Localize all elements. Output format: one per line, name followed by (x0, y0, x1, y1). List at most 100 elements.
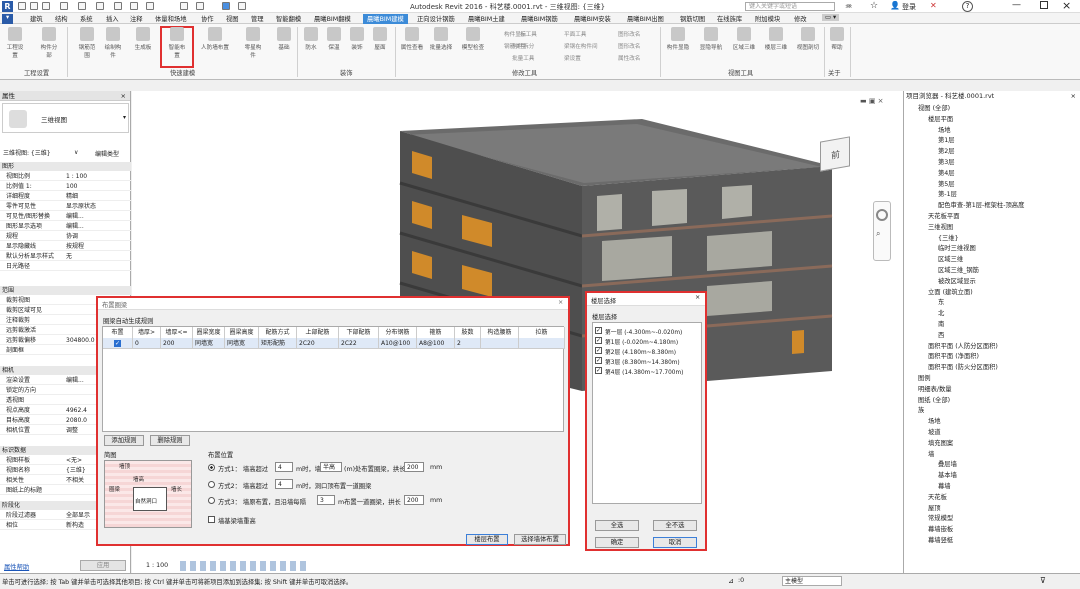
tab-view[interactable]: 视图 (226, 14, 239, 23)
rename-graphic-item-2[interactable]: 图形改名 (618, 42, 640, 50)
waterproof-button[interactable]: 防水 (300, 27, 322, 51)
table-cell[interactable]: 200 (161, 338, 193, 349)
browser-tree-item[interactable]: 幕墙竖梃 (928, 535, 953, 544)
close-icon[interactable]: × (1062, 0, 1071, 12)
revit-logo-icon[interactable]: R (2, 1, 13, 12)
property-value[interactable]: <无> (66, 456, 82, 465)
tab-online-lib[interactable]: 在线族库 (717, 14, 742, 23)
close-icon[interactable]: × (695, 294, 700, 301)
property-value[interactable]: 编辑... (66, 222, 84, 231)
tab-extra[interactable]: ▭ ▾ (822, 14, 840, 21)
rebuild-checkbox[interactable] (208, 516, 215, 523)
tab-annotate[interactable]: 注释 (130, 14, 143, 23)
undo-icon[interactable] (60, 2, 68, 10)
browser-tree-item[interactable]: 图纸 (全部) (918, 395, 950, 404)
property-view-button[interactable]: 属性查看 (399, 27, 425, 51)
region-3d-button[interactable]: 区域三维 (730, 27, 758, 51)
table-cell[interactable]: A8@100 (417, 338, 455, 349)
steering-wheel-icon[interactable] (876, 209, 888, 221)
filter-icon[interactable]: ⊽ (1040, 576, 1046, 585)
foundation-button[interactable]: 基础 (273, 27, 295, 51)
property-row[interactable]: 视图比例 1 : 100 (0, 172, 131, 181)
property-row[interactable]: 图形显示选项 编辑... (0, 222, 131, 231)
plan-tools-item[interactable]: 平面工具 (564, 30, 586, 38)
option3-radio[interactable] (208, 497, 215, 504)
save-icon[interactable] (30, 2, 38, 10)
close-icon[interactable]: × (121, 91, 126, 101)
batch-tools-item[interactable]: 批量工具 (512, 54, 534, 62)
tab-cx-fanmo[interactable]: 晨曦BIM翻模 (314, 14, 351, 23)
dimension-icon[interactable] (130, 2, 138, 10)
browser-tree-item[interactable]: 填充图案 (928, 438, 953, 447)
browser-tree-item[interactable]: 临时三维视图 (938, 243, 976, 252)
tab-architecture[interactable]: 建筑 (30, 14, 43, 23)
property-value[interactable]: 1 : 100 (66, 172, 87, 181)
viewcube-face[interactable]: 前 (820, 136, 850, 172)
floor-checkbox[interactable]: ✓ (595, 337, 602, 344)
table-cell[interactable]: 2 (455, 338, 481, 349)
draw-component-button[interactable]: 绘制构件 (102, 27, 124, 59)
insulation-button[interactable]: 保温 (323, 27, 345, 51)
ok-button[interactable]: 确定 (595, 537, 639, 548)
instance-selector[interactable]: 三维视图: {三维} (3, 149, 73, 159)
thin-lines-icon[interactable] (222, 2, 230, 10)
property-row[interactable]: 显示隐藏线 按规程 (0, 242, 131, 251)
redo-icon[interactable] (78, 2, 86, 10)
property-value[interactable]: 协调 (66, 232, 78, 241)
property-value[interactable]: 编辑... (66, 376, 84, 385)
browser-tree-item[interactable]: 天花板 (928, 492, 947, 501)
component-visibility-button[interactable]: 构件显隐 (664, 27, 692, 51)
browser-tree-item[interactable]: 常规模型 (928, 513, 953, 522)
table-cell[interactable] (519, 338, 565, 349)
measure-icon[interactable] (114, 2, 122, 10)
option2-radio[interactable] (208, 481, 215, 488)
browser-tree-item[interactable]: 西 (938, 330, 944, 339)
browser-tree-item[interactable]: 第3层 (938, 157, 955, 166)
property-value[interactable]: 全部显示 (66, 511, 90, 520)
browser-tree-item[interactable]: 面积平面 (防火分区面积) (928, 362, 998, 371)
browser-tree-item[interactable]: 基本墙 (938, 470, 957, 479)
layout-checkbox[interactable]: ✓ (103, 338, 133, 349)
cancel-button[interactable]: 取消 (653, 537, 697, 548)
property-value[interactable]: 按规程 (66, 242, 84, 251)
restore-icon[interactable] (1040, 1, 1048, 9)
browser-tree-item[interactable]: 坡道 (928, 427, 941, 436)
browser-tree-item[interactable]: 区域三维_钢筋 (938, 265, 979, 274)
delete-rule-button[interactable]: 删除规则 (150, 435, 190, 446)
floor-3d-button[interactable]: 楼层三维 (762, 27, 790, 51)
minimize-icon[interactable]: — (1012, 0, 1021, 10)
model-select[interactable]: 主模型 (782, 576, 842, 586)
browser-tree-item[interactable]: 被改区域显示 (938, 276, 976, 285)
tab-cx-drawing[interactable]: 晨曦BIM出图 (627, 14, 664, 23)
tab-rebar-cut[interactable]: 钢筋切图 (680, 14, 705, 23)
browser-tree-item[interactable]: 楼层平面 (928, 114, 953, 123)
table-cell[interactable] (481, 338, 519, 349)
rebar-range-button[interactable]: 钢筋范围 (76, 27, 98, 59)
option1-length-input[interactable]: 200 (404, 462, 424, 472)
browser-tree-item[interactable]: 天花板平面 (928, 211, 959, 220)
table-cell[interactable]: 0 (133, 338, 161, 349)
tab-collaborate[interactable]: 协作 (201, 14, 214, 23)
star-icon[interactable]: ☆ (870, 1, 878, 11)
select-all-button[interactable]: 全选 (595, 520, 639, 531)
tab-systems[interactable]: 系统 (80, 14, 93, 23)
select-none-button[interactable]: 全不选 (653, 520, 697, 531)
browser-tree-item[interactable]: 第4层 (938, 168, 955, 177)
table-cell[interactable]: 同墙宽 (225, 338, 259, 349)
rename-graphic-item[interactable]: 图形改名 (618, 30, 640, 38)
browser-tree-item[interactable]: 墙 (928, 449, 934, 458)
browser-tree-item[interactable]: 幕墙嵌板 (928, 524, 953, 533)
browser-tree-item[interactable]: 场地 (938, 125, 951, 134)
section-range[interactable]: 范围 (0, 286, 131, 295)
table-row[interactable]: ✓ 0 200 同墙宽 同墙宽 矩形配筋 2C20 2C22 A10@100 A8@100 2 (103, 338, 565, 349)
type-selector[interactable]: 三维视图 ▾ (2, 103, 129, 133)
tab-insert[interactable]: 插入 (106, 14, 119, 23)
project-settings-button[interactable]: 工程设置 (4, 27, 26, 59)
visibility-nav-button[interactable]: 显隐导航 (697, 27, 725, 51)
select-wall-layout-button[interactable]: 选择墙体布置 (514, 534, 566, 545)
login-link[interactable]: 登录 (902, 2, 916, 12)
option3-length-input[interactable]: 200 (404, 495, 424, 505)
option1-height-input[interactable]: 4 (275, 462, 293, 472)
browser-tree-item[interactable]: 第1层 (938, 135, 955, 144)
close-icon[interactable]: × (558, 299, 563, 306)
